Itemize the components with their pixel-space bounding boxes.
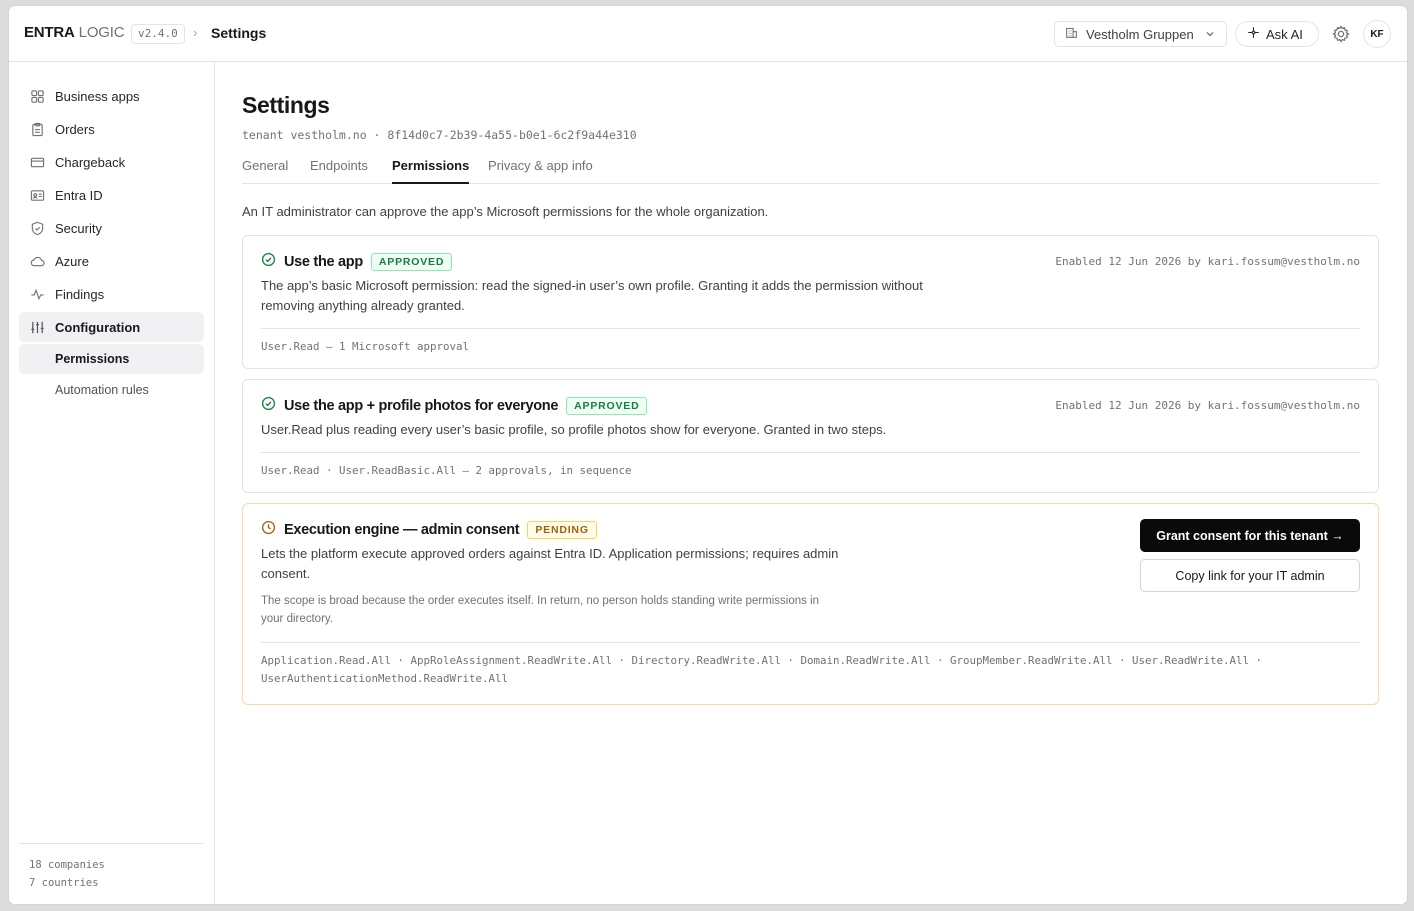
card-description: consent. bbox=[261, 566, 311, 581]
sidebar-item-label: Configuration bbox=[55, 319, 141, 335]
status-badge: PENDING bbox=[527, 521, 597, 539]
sidebar-item-label: Business apps bbox=[55, 88, 140, 104]
sidebar-footer: 18 companies 7 countries bbox=[19, 843, 204, 892]
avatar[interactable]: KF bbox=[1363, 20, 1391, 48]
card-divider bbox=[261, 452, 1360, 453]
card-note: your directory. bbox=[261, 613, 334, 625]
sidebar-item-configuration[interactable]: Configuration bbox=[19, 312, 204, 342]
card-header: Use the app APPROVED bbox=[261, 252, 453, 272]
card-note: The scope is broad because the order exe… bbox=[261, 595, 820, 607]
sidebar-item-label: Entra ID bbox=[55, 187, 103, 203]
card-title: Use the app + profile photos for everyon… bbox=[284, 398, 559, 414]
enabled-info: Enabled 12 Jun 2026 by kari.fossum@vesth… bbox=[1055, 255, 1360, 268]
permission-scopes: User.Read · User.ReadBasic.All — 2 appro… bbox=[261, 464, 632, 477]
card-description: User.Read plus reading every user’s basi… bbox=[261, 422, 887, 437]
sidebar-item-entra-id[interactable]: Entra ID bbox=[19, 180, 204, 210]
tab-permissions[interactable]: Permissions bbox=[392, 158, 470, 184]
permission-scopes: UserAuthenticationMethod.ReadWrite.All bbox=[261, 672, 509, 685]
tab-privacy[interactable]: Privacy & app info bbox=[488, 158, 593, 184]
breadcrumb-current: Settings bbox=[211, 25, 267, 41]
permission-card-use-app: Use the app APPROVED Enabled 12 Jun 2026… bbox=[242, 235, 1379, 369]
credit-card-icon bbox=[29, 154, 45, 170]
check-circle-icon bbox=[261, 396, 276, 416]
card-header: Execution engine — admin consent PENDING bbox=[261, 520, 597, 540]
org-selector-label: Vestholm Gruppen bbox=[1086, 26, 1194, 42]
clock-icon bbox=[261, 520, 276, 540]
sidebar-item-chargeback[interactable]: Chargeback bbox=[19, 147, 204, 177]
version-badge: v2.4.0 bbox=[131, 24, 185, 44]
permission-scopes: User.Read — 1 Microsoft approval bbox=[261, 340, 470, 353]
status-badge: APPROVED bbox=[566, 397, 648, 415]
sidebar-item-azure[interactable]: Azure bbox=[19, 246, 204, 276]
sidebar-subitem-permissions[interactable]: Permissions bbox=[19, 344, 204, 374]
permission-scopes: Application.Read.All · AppRoleAssignment… bbox=[261, 654, 1263, 667]
org-selector[interactable]: Vestholm Gruppen bbox=[1054, 21, 1227, 47]
grant-consent-button[interactable]: Grant consent for this tenant → bbox=[1140, 519, 1360, 552]
sidebar-item-label: Chargeback bbox=[55, 154, 126, 170]
sidebar-item-label: Security bbox=[55, 220, 102, 236]
ask-ai-button[interactable]: Ask AI bbox=[1235, 21, 1319, 47]
sidebar-item-label: Azure bbox=[55, 253, 89, 269]
status-badge: APPROVED bbox=[370, 253, 453, 271]
id-card-icon bbox=[29, 187, 45, 203]
permission-card-execution-engine: Execution engine — admin consent PENDING… bbox=[242, 503, 1379, 705]
gear-icon[interactable] bbox=[1331, 24, 1351, 49]
card-description: Lets the platform execute approved order… bbox=[261, 546, 839, 561]
card-description: The app’s basic Microsoft permission: re… bbox=[261, 278, 923, 293]
companies-count: 18 companies bbox=[29, 859, 105, 871]
card-divider bbox=[261, 328, 1360, 329]
sidebar-item-label: Orders bbox=[55, 121, 95, 137]
countries-count: 7 countries bbox=[29, 877, 99, 889]
tab-endpoints[interactable]: Endpoints bbox=[310, 158, 368, 184]
card-title: Execution engine — admin consent bbox=[284, 522, 520, 538]
sidebar-item-findings[interactable]: Findings bbox=[19, 279, 204, 309]
card-header: Use the app + profile photos for everyon… bbox=[261, 396, 648, 416]
sidebar-item-business-apps[interactable]: Business apps bbox=[19, 81, 204, 111]
sidebar-subitem-automation-rules[interactable]: Automation rules bbox=[19, 375, 204, 405]
check-circle-icon bbox=[261, 252, 276, 272]
sidebar: Business apps Orders Chargeback Entra ID… bbox=[9, 62, 215, 904]
card-description: removing anything already granted. bbox=[261, 298, 465, 313]
tab-bar: General Endpoints Permissions Privacy & … bbox=[242, 150, 1379, 184]
clipboard-icon bbox=[29, 121, 45, 137]
shield-icon bbox=[29, 220, 45, 236]
intro-text: An IT administrator can approve the app’… bbox=[242, 204, 769, 219]
breadcrumb-separator: › bbox=[193, 25, 198, 40]
sidebar-item-label: Findings bbox=[55, 286, 105, 302]
building-icon bbox=[1065, 26, 1078, 42]
sparkle-icon bbox=[1247, 26, 1260, 42]
page-title: Settings bbox=[242, 92, 330, 118]
tab-general[interactable]: General bbox=[242, 158, 288, 184]
copy-link-button[interactable]: Copy link for your IT admin bbox=[1140, 559, 1360, 592]
top-bar: ENTRA LOGIC v2.4.0 › Settings Vestholm G… bbox=[9, 6, 1407, 62]
brand-logo[interactable]: ENTRA LOGIC bbox=[24, 24, 125, 41]
card-title: Use the app bbox=[284, 254, 363, 270]
tenant-id: tenant vestholm.no · 8f14d0c7-2b39-4a55-… bbox=[242, 128, 637, 142]
permission-card-profile-photos: Use the app + profile photos for everyon… bbox=[242, 379, 1379, 493]
card-divider bbox=[261, 642, 1360, 643]
cloud-icon bbox=[29, 253, 45, 269]
ask-ai-label: Ask AI bbox=[1266, 26, 1303, 42]
sliders-icon bbox=[29, 319, 45, 335]
enabled-info: Enabled 12 Jun 2026 by kari.fossum@vesth… bbox=[1055, 399, 1360, 412]
chevron-down-icon bbox=[1204, 28, 1216, 43]
activity-icon bbox=[29, 286, 45, 302]
app-window: ENTRA LOGIC v2.4.0 › Settings Vestholm G… bbox=[9, 6, 1407, 904]
sidebar-item-security[interactable]: Security bbox=[19, 213, 204, 243]
sidebar-item-orders[interactable]: Orders bbox=[19, 114, 204, 144]
grid-icon bbox=[29, 88, 45, 104]
